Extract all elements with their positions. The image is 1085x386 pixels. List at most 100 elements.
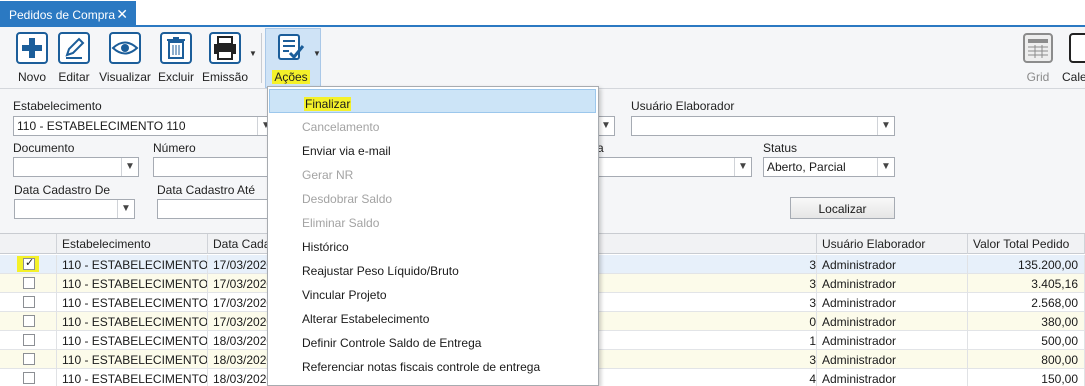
cell-valor-total: 500,00 — [968, 331, 1085, 350]
plus-icon — [16, 32, 48, 64]
checklist-icon — [275, 32, 307, 64]
cell-estabelecimento: 110 - ESTABELECIMENTO 110 — [57, 255, 208, 274]
cell-hidden: 3 — [599, 350, 817, 369]
calendar-button[interactable]: Cale — [1062, 30, 1085, 88]
usuario-elaborador-select[interactable]: ▼ — [631, 116, 895, 136]
trash-icon — [160, 32, 192, 64]
grid-button[interactable]: Grid — [1020, 30, 1056, 88]
documento-label: Documento — [13, 141, 75, 155]
estabelecimento-label: Estabelecimento — [13, 99, 102, 113]
cell-data-cadastro: 18/03/2020 — [208, 331, 268, 350]
cell-select — [0, 369, 57, 386]
tab-strip: Pedidos de Compra ✕ — [0, 0, 1085, 27]
cell-usuario-elaborador: Administrador — [817, 350, 968, 369]
acoes-label: Ações — [272, 70, 310, 84]
menu-item-eliminar-saldo[interactable]: Eliminar Saldo — [268, 209, 598, 233]
toolbar-separator — [261, 33, 262, 83]
tab-pedidos-de-compra[interactable]: Pedidos de Compra ✕ — [0, 1, 136, 27]
cell-valor-total: 150,00 — [968, 369, 1085, 386]
cell-select — [0, 331, 57, 350]
emissao-button[interactable]: Emissão — [201, 30, 249, 88]
cell-select — [0, 293, 57, 312]
visualizar-label: Visualizar — [99, 70, 151, 84]
menu-item-alterar-participante[interactable]: Alterar Participante — [268, 377, 598, 386]
cell-estabelecimento: 110 - ESTABELECIMENTO 110 — [57, 369, 208, 386]
menu-item-vincular-projeto[interactable]: Vincular Projeto — [268, 281, 598, 305]
cell-select — [0, 255, 57, 274]
cell-usuario-elaborador: Administrador — [817, 369, 968, 386]
documento-select[interactable]: ▼ — [13, 157, 139, 177]
acoes-button[interactable]: Ações — [269, 30, 313, 88]
editar-label: Editar — [58, 70, 90, 84]
hidden-filter-select[interactable]: ▼ — [597, 116, 615, 136]
data-cadastro-ate-input[interactable] — [157, 199, 273, 219]
chevron-down-icon[interactable]: ▼ — [117, 200, 134, 218]
cell-usuario-elaborador: Administrador — [817, 274, 968, 293]
menu-item-enviar-via-e-mail[interactable]: Enviar via e-mail — [268, 137, 598, 161]
header-data-cadastro[interactable]: Data Cada... — [208, 234, 268, 254]
chevron-down-icon[interactable]: ▼ — [877, 117, 894, 135]
cell-valor-total: 135.200,00 — [968, 255, 1085, 274]
row-checkbox[interactable] — [23, 277, 35, 289]
header-estabelecimento[interactable]: Estabelecimento — [57, 234, 208, 254]
cell-select — [0, 350, 57, 369]
printer-icon — [209, 32, 241, 64]
chevron-down-icon[interactable]: ▼ — [121, 158, 138, 176]
cell-estabelecimento: 110 - ESTABELECIMENTO 110 — [57, 312, 208, 331]
row-checkbox[interactable] — [23, 372, 35, 384]
chevron-down-icon[interactable]: ▼ — [734, 158, 751, 176]
menu-item-referenciar-notas-fiscais-controle-de-entrega[interactable]: Referenciar notas fiscais controle de en… — [268, 353, 598, 377]
row-checkbox[interactable] — [23, 296, 35, 308]
menu-item-finalizar[interactable]: Finalizar — [269, 89, 596, 113]
menu-item-historico[interactable]: Histórico — [268, 233, 598, 257]
cell-valor-total: 2.568,00 — [968, 293, 1085, 312]
status-label: Status — [763, 141, 798, 155]
acoes-dropdown-caret-icon[interactable]: ▼ — [313, 49, 321, 58]
data-cadastro-de-input[interactable]: ▼ — [14, 199, 135, 219]
chevron-down-icon[interactable]: ▼ — [877, 158, 894, 176]
localizar-button[interactable]: Localizar — [790, 197, 895, 219]
chevron-down-icon[interactable]: ▼ — [598, 117, 614, 135]
close-icon[interactable]: ✕ — [116, 6, 128, 23]
cell-valor-total: 800,00 — [968, 350, 1085, 369]
visualizar-button[interactable]: Visualizar — [99, 30, 151, 88]
grid-label: Grid — [1026, 70, 1050, 84]
numero-label: Número — [153, 141, 196, 155]
tab-title: Pedidos de Compra — [9, 8, 116, 22]
cell-usuario-elaborador: Administrador — [817, 293, 968, 312]
cell-estabelecimento: 110 - ESTABELECIMENTO 110 — [57, 350, 208, 369]
menu-item-reajustar-peso-liquido-bruto[interactable]: Reajustar Peso Líquido/Bruto — [268, 257, 598, 281]
cell-hidden: 4 — [599, 369, 817, 386]
emissao-dropdown-caret-icon[interactable]: ▼ — [249, 49, 257, 58]
header-usuario-elaborador[interactable]: Usuário Elaborador — [817, 234, 968, 254]
row-checkbox[interactable] — [23, 334, 35, 346]
estabelecimento-select[interactable]: 110 - ESTABELECIMENTO 110 ▼ — [13, 116, 275, 136]
row-checkbox[interactable] — [23, 315, 35, 327]
row-checkbox[interactable] — [23, 353, 35, 365]
header-select[interactable] — [0, 234, 57, 254]
data-cadastro-de-label: Data Cadastro De — [14, 183, 111, 197]
numero-input[interactable] — [153, 157, 273, 177]
partial-filter-select[interactable]: ▼ — [597, 157, 752, 177]
editar-button[interactable]: Editar — [54, 30, 94, 88]
calendar-label: Cale — [1062, 70, 1085, 84]
menu-item-label: Reajustar Peso Líquido/Bruto — [302, 264, 459, 278]
menu-item-definir-controle-saldo-de-entrega[interactable]: Definir Controle Saldo de Entrega — [268, 329, 598, 353]
menu-item-alterar-estabelecimento[interactable]: Alterar Estabelecimento — [268, 305, 598, 329]
menu-item-cancelamento[interactable]: Cancelamento — [268, 113, 598, 137]
novo-button[interactable]: Novo — [12, 30, 52, 88]
excluir-button[interactable]: Excluir — [156, 30, 196, 88]
header-hidden[interactable] — [599, 234, 817, 254]
row-checkbox[interactable] — [23, 256, 35, 270]
menu-item-label: Alterar Estabelecimento — [302, 312, 430, 326]
usuario-elaborador-label: Usuário Elaborador — [631, 99, 735, 113]
menu-item-desdobrar-saldo[interactable]: Desdobrar Saldo — [268, 185, 598, 209]
cell-estabelecimento: 110 - ESTABELECIMENTO 110 — [57, 331, 208, 350]
cell-valor-total: 3.405,16 — [968, 274, 1085, 293]
menu-item-gerar-nr[interactable]: Gerar NR — [268, 161, 598, 185]
header-valor-total-pedido[interactable]: Valor Total Pedido — [968, 234, 1085, 254]
status-select[interactable]: Aberto, Parcial ▼ — [763, 157, 895, 177]
cell-data-cadastro: 17/03/2020 — [208, 293, 268, 312]
cell-data-cadastro: 18/03/2020 — [208, 369, 268, 386]
cell-valor-total: 380,00 — [968, 312, 1085, 331]
